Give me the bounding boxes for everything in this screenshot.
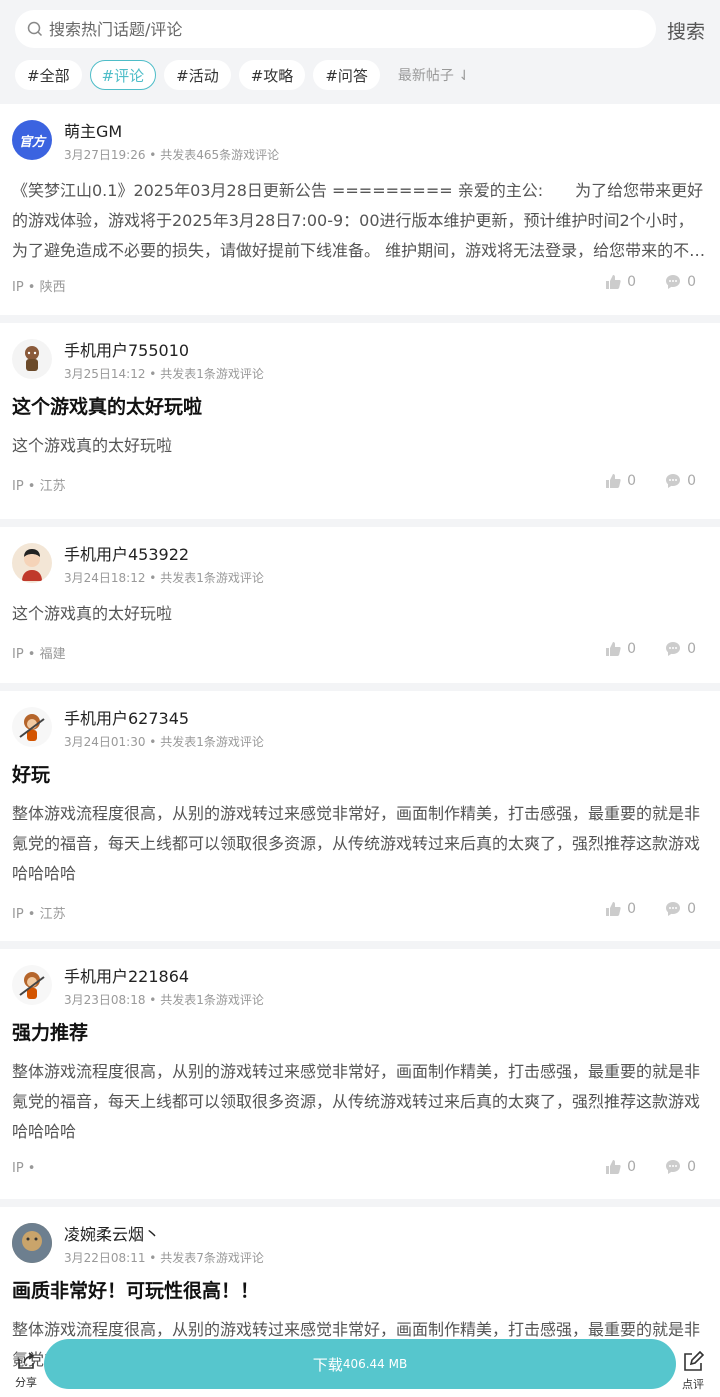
like-count: 0 <box>627 473 636 489</box>
search-input[interactable] <box>49 19 629 39</box>
username[interactable]: 萌主GM <box>64 118 122 142</box>
post-content: 这个游戏真的太好玩啦 <box>12 604 173 623</box>
tag-review[interactable]: #评论 <box>89 60 157 90</box>
comment-icon <box>666 902 681 916</box>
like-button[interactable]: 0 <box>605 1159 636 1175</box>
post-meta: 3月22日08:11 • 共发表7条游戏评论 <box>64 1251 264 1265</box>
comment-button[interactable]: 0 <box>665 1159 696 1175</box>
comment-icon <box>666 275 681 289</box>
search-button[interactable]: 搜索 <box>667 17 705 44</box>
post-meta: 3月27日19:26 • 共发表465条游戏评论 <box>64 148 280 162</box>
ip-location: IP • 江苏 <box>12 479 66 494</box>
ip-location: IP • <box>12 1161 36 1176</box>
like-button[interactable]: 0 <box>605 274 636 290</box>
post-content: 这个游戏真的太好玩啦 <box>12 436 173 455</box>
tag-filter-bar: #全部 #评论 #活动 #攻略 #问答 最新帖子 ⇃ <box>15 60 470 90</box>
like-count: 0 <box>627 901 636 917</box>
like-count: 0 <box>627 641 636 657</box>
like-button[interactable]: 0 <box>605 641 636 657</box>
username[interactable]: 手机用户453922 <box>64 541 189 565</box>
post-content: 整体游戏流程度很高，从别的游戏转过来感觉非常好，画面制作精美，打击感强，最重要的… <box>12 804 701 883</box>
post-feed: 官方 萌主GM 3月27日19:26 • 共发表465条游戏评论 《笑梦江山0.… <box>0 104 720 1397</box>
avatar[interactable] <box>12 1223 52 1263</box>
post-card[interactable]: 手机用户221864 3月23日08:18 • 共发表1条游戏评论 强力推荐 整… <box>0 949 720 1199</box>
avatar-person-icon <box>22 549 42 581</box>
sort-label: 最新帖子 <box>397 68 454 84</box>
like-button[interactable]: 0 <box>605 901 636 917</box>
avatar[interactable] <box>12 965 52 1005</box>
post-content: 整体游戏流程度很高，从别的游戏转过来感觉非常好，画面制作精美，打击感强，最重要的… <box>12 1062 701 1141</box>
review-button[interactable]: 点评 <box>676 1350 710 1392</box>
thumbs-up-icon <box>606 474 621 488</box>
comment-count: 0 <box>687 274 696 290</box>
avatar-photo-icon <box>12 1223 52 1263</box>
tag-activity[interactable]: #活动 <box>164 60 231 90</box>
thumbs-up-icon <box>606 275 621 289</box>
avatar-official[interactable]: 官方 <box>12 120 52 160</box>
tag-guide[interactable]: #攻略 <box>238 60 306 90</box>
review-label: 点评 <box>682 1378 704 1391</box>
post-card[interactable]: 手机用户627345 3月24日01:30 • 共发表1条游戏评论 好玩 整体游… <box>0 691 720 941</box>
ip-location: IP • 福建 <box>12 647 66 662</box>
comment-icon <box>666 642 681 656</box>
post-meta: 3月24日01:30 • 共发表1条游戏评论 <box>64 735 264 749</box>
like-button[interactable]: 0 <box>605 473 636 489</box>
comment-count: 0 <box>687 901 696 917</box>
comment-count: 0 <box>687 641 696 657</box>
comment-button[interactable]: 0 <box>665 274 696 290</box>
comment-button[interactable]: 0 <box>665 901 696 917</box>
avatar[interactable] <box>12 543 52 583</box>
avatar-monkey-icon <box>19 972 45 999</box>
share-button[interactable]: 分享 <box>8 1351 44 1390</box>
post-title: 好玩 <box>12 764 51 786</box>
avatar-monkey-icon <box>19 714 45 741</box>
tag-qa[interactable]: #问答 <box>313 60 380 90</box>
thumbs-up-icon <box>606 642 621 656</box>
username[interactable]: 手机用户755010 <box>64 337 189 361</box>
sort-dropdown[interactable]: 最新帖子 ⇃ <box>398 65 470 85</box>
post-meta: 3月25日14:12 • 共发表1条游戏评论 <box>64 367 264 381</box>
username[interactable]: 凌婉柔云烟丶 <box>64 1221 160 1245</box>
post-card[interactable]: 手机用户453922 3月24日18:12 • 共发表1条游戏评论 这个游戏真的… <box>0 527 720 683</box>
comment-count: 0 <box>687 1159 696 1175</box>
like-count: 0 <box>627 274 636 290</box>
like-count: 0 <box>627 1159 636 1175</box>
avatar[interactable] <box>12 339 52 379</box>
comment-icon <box>666 474 681 488</box>
thumbs-up-icon <box>606 902 621 916</box>
post-title: 强力推荐 <box>12 1022 89 1044</box>
top-bar: 搜索 #全部 #评论 #活动 #攻略 #问答 最新帖子 ⇃ <box>0 0 720 104</box>
search-box[interactable] <box>15 10 656 48</box>
post-meta: 3月24日18:12 • 共发表1条游戏评论 <box>64 571 264 585</box>
post-card[interactable]: 手机用户755010 3月25日14:12 • 共发表1条游戏评论 这个游戏真的… <box>0 323 720 519</box>
comment-button[interactable]: 0 <box>665 473 696 489</box>
ip-location: IP • 陕西 <box>12 280 66 295</box>
search-icon <box>27 21 43 37</box>
comment-button[interactable]: 0 <box>665 641 696 657</box>
download-button[interactable]: 下载 406.44 MB <box>44 1339 676 1389</box>
post-card[interactable]: 官方 萌主GM 3月27日19:26 • 共发表465条游戏评论 《笑梦江山0.… <box>0 104 720 315</box>
share-icon <box>18 1352 35 1369</box>
username[interactable]: 手机用户627345 <box>64 705 189 729</box>
ip-location: IP • 江苏 <box>12 907 66 922</box>
download-size: 406.44 MB <box>342 1357 408 1371</box>
sort-icon: ⇃ <box>453 68 471 84</box>
bottom-action-bar: 分享 下载 406.44 MB 点评 <box>0 1337 720 1397</box>
comment-count: 0 <box>687 473 696 489</box>
comment-icon <box>666 1160 681 1174</box>
post-content: 《笑梦江山0.1》2025年03月28日更新公告 ========= 亲爱的主公… <box>12 181 706 260</box>
share-label: 分享 <box>15 1376 37 1389</box>
tag-all[interactable]: #全部 <box>15 60 82 90</box>
edit-icon <box>684 1350 705 1371</box>
avatar[interactable] <box>12 707 52 747</box>
thumbs-up-icon <box>606 1160 621 1174</box>
post-meta: 3月23日08:18 • 共发表1条游戏评论 <box>64 993 264 1007</box>
download-label: 下载 <box>312 1355 343 1374</box>
avatar-character-icon <box>25 346 39 371</box>
username[interactable]: 手机用户221864 <box>64 963 189 987</box>
post-title: 这个游戏真的太好玩啦 <box>12 396 203 418</box>
post-title: 画质非常好！可玩性很高！！ <box>12 1280 260 1302</box>
